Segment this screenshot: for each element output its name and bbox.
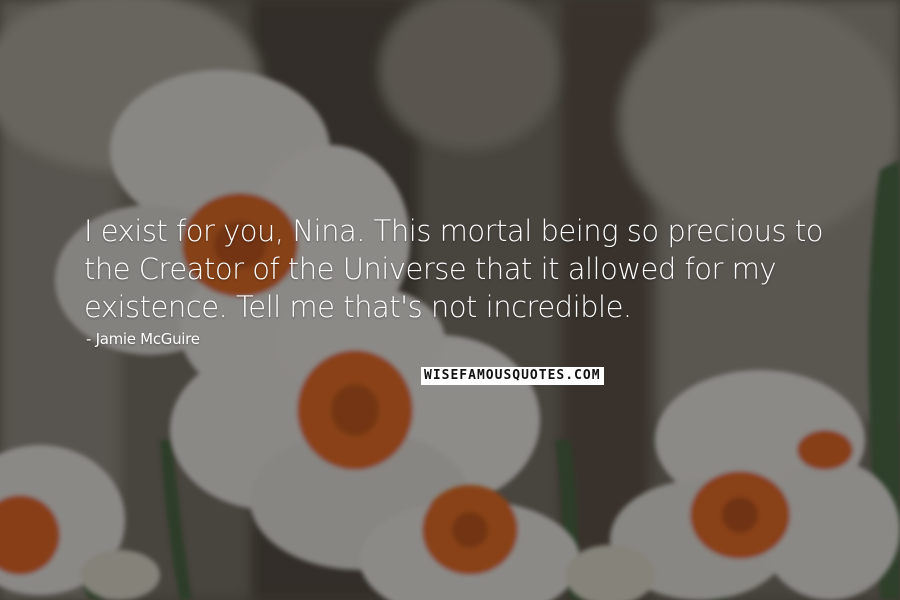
quote-author: - Jamie McGuire xyxy=(86,330,200,348)
quote-image: I exist for you, Nina. This mortal being… xyxy=(0,0,900,600)
quote-text: I exist for you, Nina. This mortal being… xyxy=(84,214,823,324)
quote-block: I exist for you, Nina. This mortal being… xyxy=(84,212,864,348)
watermark: WISEFAMOUSQUOTES.COM xyxy=(421,367,604,385)
